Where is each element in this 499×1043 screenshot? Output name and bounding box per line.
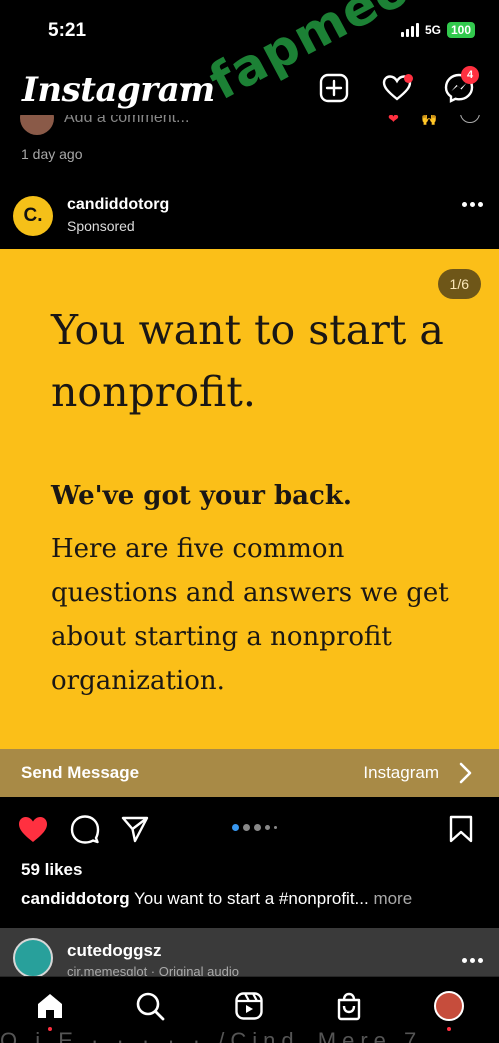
post-header: C. candiddotorg Sponsored: [0, 190, 499, 240]
sponsored-label: Sponsored: [67, 218, 135, 234]
tab-home[interactable]: [33, 989, 67, 1023]
tab-search[interactable]: [133, 989, 167, 1023]
cta-source: Instagram: [363, 763, 439, 782]
add-comment-input[interactable]: Add a comment...: [64, 115, 189, 127]
network-type: 5G: [424, 23, 441, 37]
slide-counter: 1/6: [437, 269, 481, 299]
avatar[interactable]: [13, 938, 53, 976]
carousel-dot-active: [232, 824, 239, 831]
post-username[interactable]: cutedoggsz: [67, 941, 161, 961]
carousel-dot: [254, 824, 261, 831]
ad-subheadline: We've got your back.: [51, 481, 352, 511]
like-count[interactable]: 59 likes: [21, 860, 82, 880]
audio-subtitle[interactable]: cir.memesglot · Original audio: [67, 964, 239, 976]
previous-post-comment-row: Add a comment... ❤ 🙌: [0, 115, 499, 135]
bookmark-icon[interactable]: [448, 814, 474, 844]
home-icon: [38, 994, 62, 1018]
battery-icon: 100: [446, 22, 475, 38]
comment-icon[interactable]: [70, 814, 100, 844]
tab-shop[interactable]: [332, 989, 366, 1023]
carousel-dot: [243, 824, 250, 831]
more-options-icon[interactable]: [462, 202, 483, 207]
post-caption[interactable]: candiddotorg You want to start a #nonpro…: [21, 889, 491, 909]
tab-reels[interactable]: [232, 989, 266, 1023]
post-username[interactable]: candiddotorg: [67, 196, 169, 214]
ad-body-text: Here are five common questions and answe…: [51, 534, 449, 696]
carousel-indicator: [232, 824, 277, 831]
post-actions: [0, 806, 499, 856]
status-time: 5:21: [48, 20, 87, 41]
profile-avatar: [434, 991, 464, 1021]
next-post-header: cutedoggsz cir.memesglot · Original audi…: [0, 928, 499, 976]
messages-badge: 4: [461, 66, 479, 84]
heart-emoji-icon[interactable]: ❤: [388, 115, 399, 127]
shop-icon: [337, 992, 361, 1021]
share-icon[interactable]: [120, 814, 150, 844]
carousel-dot: [265, 825, 270, 830]
chevron-down-icon[interactable]: [178, 78, 194, 94]
notification-dot: [404, 74, 413, 83]
chevron-right-icon: [459, 762, 472, 784]
ad-headline: You want to start a nonprofit.: [51, 306, 444, 416]
status-indicators: 5G 100: [400, 22, 475, 38]
cta-label: Send Message: [21, 763, 140, 782]
add-emoji-icon[interactable]: [460, 115, 480, 123]
search-icon: [136, 992, 165, 1021]
app-header: Instagram 4: [0, 62, 499, 118]
signal-icon: [400, 23, 419, 37]
post-timestamp: 1 day ago: [21, 146, 83, 162]
raised-hands-emoji-icon[interactable]: 🙌: [421, 115, 437, 127]
send-message-cta[interactable]: Send Message Instagram: [0, 749, 499, 797]
avatar: [20, 115, 54, 135]
more-options-icon[interactable]: [462, 958, 483, 963]
caption-username[interactable]: candiddotorg: [21, 889, 130, 908]
caption-text: You want to start a #nonprofit...: [129, 889, 369, 908]
create-post-icon[interactable]: [318, 72, 350, 104]
carousel-dot: [274, 826, 277, 829]
status-bar: 5:21 5G 100: [0, 0, 499, 60]
ad-image[interactable]: 1/6 You want to start a nonprofit. We've…: [0, 249, 499, 749]
tab-profile[interactable]: [432, 989, 466, 1023]
avatar[interactable]: C.: [13, 196, 53, 236]
background-ghost-text: Q i E · · · · · /Cind_Mere 7: [0, 1028, 423, 1043]
reels-icon: [235, 992, 263, 1020]
liked-heart-icon[interactable]: [17, 814, 49, 844]
caption-more-link[interactable]: more: [369, 889, 412, 908]
